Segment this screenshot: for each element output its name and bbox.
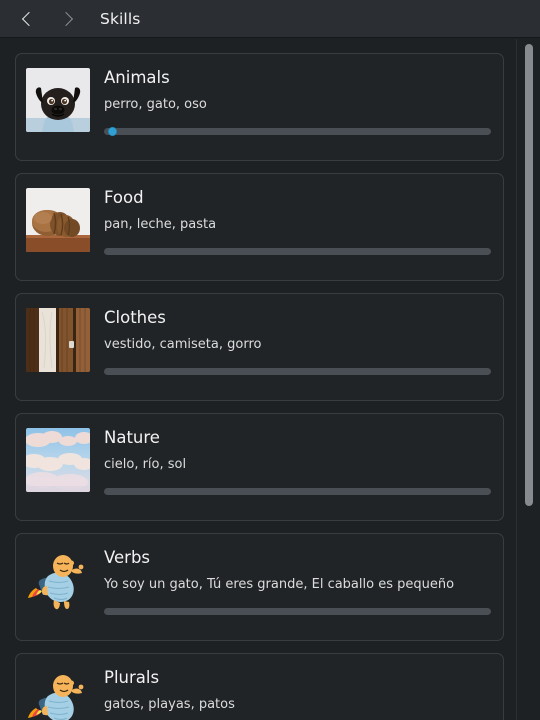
skill-card[interactable]: Verbs Yo soy un gato, Tú eres grande, El … [15, 533, 504, 641]
skill-card-body: Food pan, leche, pasta [104, 186, 491, 255]
skill-words: vestido, camiseta, gorro [104, 337, 262, 352]
skills-list: Animals perro, gato, oso Food pan, leche, … [0, 39, 540, 720]
white-dress-on-wooden-door-photo [26, 308, 90, 372]
skill-card-body: Plurals gatos, playas, patos [104, 666, 491, 720]
skill-title: Verbs [104, 548, 151, 567]
skill-progress-bar [104, 248, 491, 255]
skill-card[interactable]: Plurals gatos, playas, patos [15, 653, 504, 720]
forward-button[interactable] [50, 4, 84, 34]
skill-title: Food [104, 188, 144, 207]
skill-title: Animals [104, 68, 170, 87]
skill-card[interactable]: Nature cielo, río, sol [15, 413, 504, 521]
skill-card[interactable]: Clothes vestido, camiseta, gorro [15, 293, 504, 401]
skill-title: Nature [104, 428, 160, 447]
skill-words: pan, leche, pasta [104, 217, 217, 232]
skill-progress-bar [104, 127, 491, 136]
skill-title: Clothes [104, 308, 166, 327]
chevron-right-icon [58, 11, 73, 26]
jetpack-character-illustration [26, 548, 90, 612]
skill-words: perro, gato, oso [104, 97, 207, 112]
back-button[interactable] [10, 4, 44, 34]
app-window: Skills Animals perro, gato, oso Food pan… [0, 0, 540, 720]
skill-title: Plurals [104, 668, 160, 687]
sliced-bread-loaf-photo [26, 188, 90, 252]
skill-card-body: Nature cielo, río, sol [104, 426, 491, 495]
skill-progress-indicator [107, 127, 117, 136]
skill-card[interactable]: Animals perro, gato, oso [15, 53, 504, 161]
skill-card-body: Verbs Yo soy un gato, Tú eres grande, El … [104, 546, 491, 615]
page-title: Skills [100, 9, 141, 28]
skill-progress-bar [104, 608, 491, 615]
vertical-scrollbar[interactable] [516, 39, 540, 720]
skill-card-body: Clothes vestido, camiseta, gorro [104, 306, 491, 375]
skill-card[interactable]: Food pan, leche, pasta [15, 173, 504, 281]
skill-card-body: Animals perro, gato, oso [104, 66, 491, 136]
skill-progress-bar [104, 368, 491, 375]
black-pug-photo [26, 68, 90, 132]
vertical-scrollbar-thumb[interactable] [525, 44, 533, 506]
skill-words: cielo, río, sol [104, 457, 187, 472]
chevron-left-icon [21, 11, 36, 26]
skills-scroll-area[interactable]: Animals perro, gato, oso Food pan, leche, … [0, 39, 540, 720]
skill-words: gatos, playas, patos [104, 697, 235, 712]
jetpack-character-illustration [26, 668, 90, 720]
pink-clouds-sky-photo [26, 428, 90, 492]
header-bar: Skills [0, 0, 540, 38]
skill-progress-bar [104, 488, 491, 495]
skill-words: Yo soy un gato, Tú eres grande, El cabal… [104, 577, 455, 592]
